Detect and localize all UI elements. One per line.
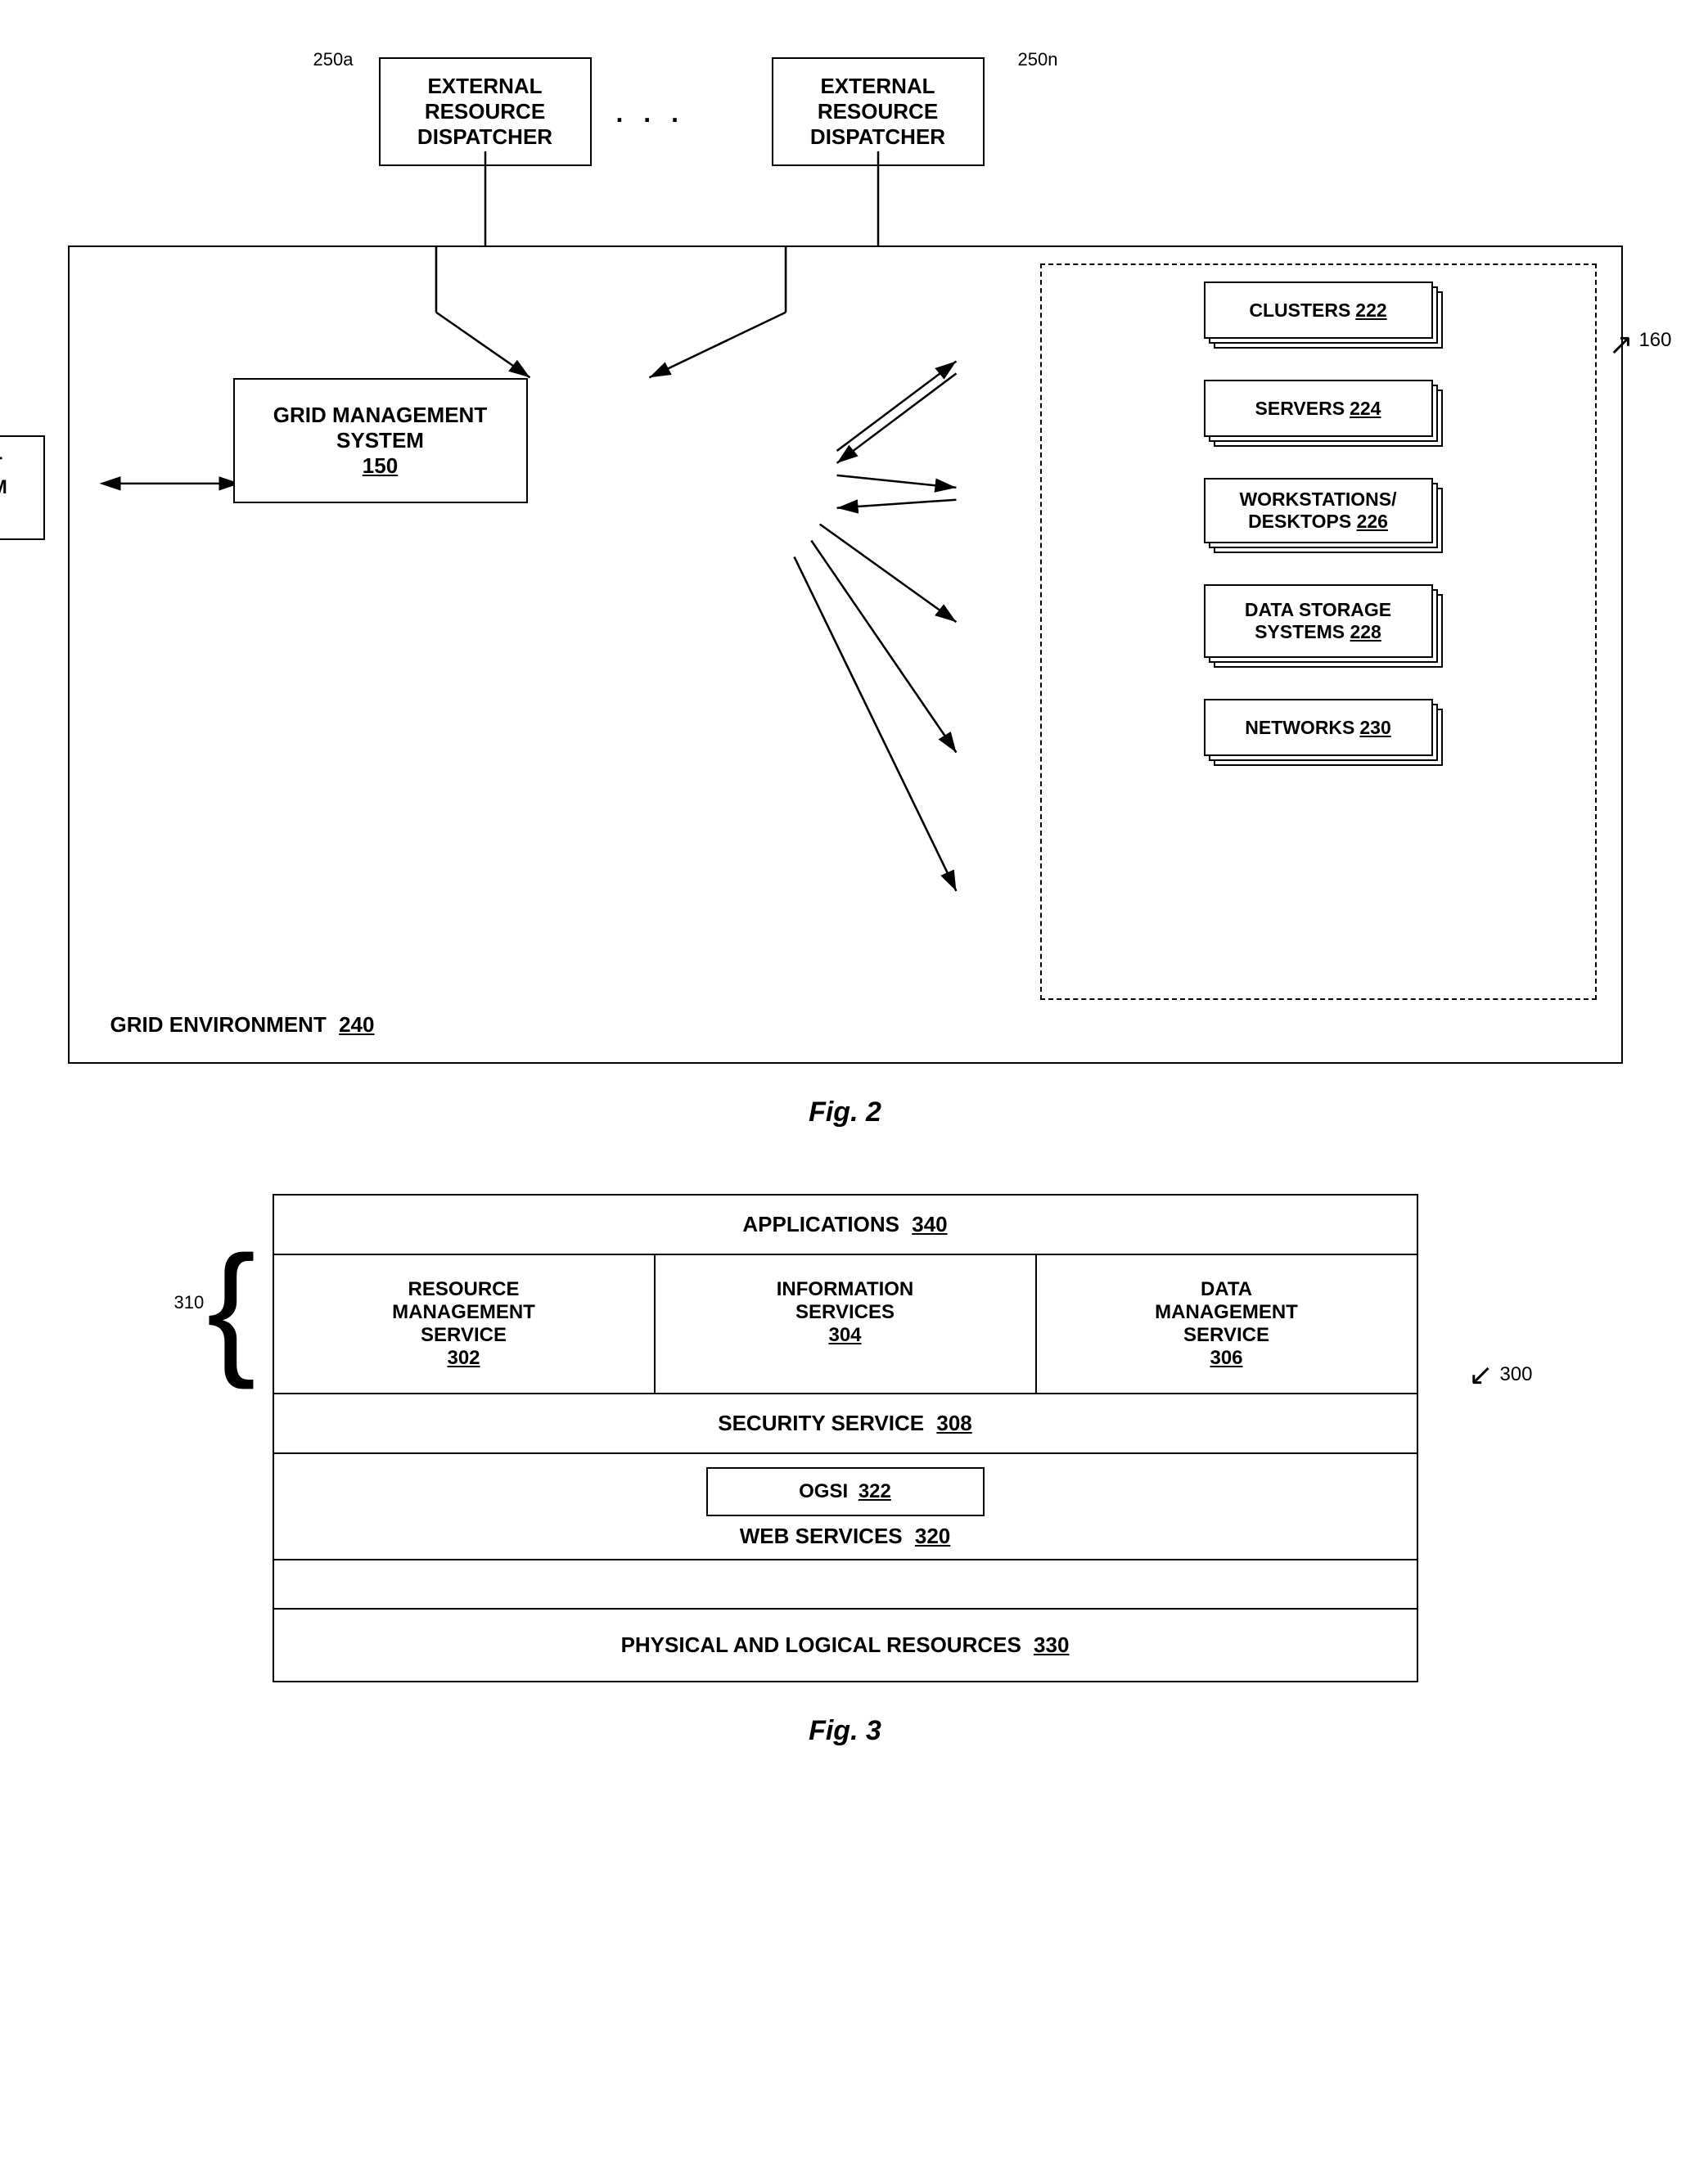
three-cols-row: RESOURCE MANAGEMENT SERVICE 302 INFORMAT… (274, 1255, 1417, 1394)
grid-management-box: GRID MANAGEMENT SYSTEM 150 (233, 378, 528, 503)
dms-ref: 306 (1210, 1347, 1242, 1369)
servers-item: SERVERS 224 (1066, 380, 1571, 453)
resource-mgmt-col: RESOURCE MANAGEMENT SERVICE 302 (274, 1255, 656, 1393)
applications-row: APPLICATIONS 340 (274, 1196, 1417, 1255)
grid-environment-label: GRID ENVIRONMENT 240 (110, 1012, 375, 1038)
label-300: ↙ 300 (1468, 1358, 1532, 1392)
fig2-caption: Fig. 2 (68, 1097, 1623, 1128)
datastorage-item: DATA STORAGE SYSTEMS 228 (1066, 584, 1571, 674)
applications-ref: 340 (912, 1212, 947, 1236)
servers-box: SERVERS 224 (1204, 380, 1433, 437)
workstations-ref: 226 (1357, 511, 1388, 532)
figure-3: 310 { ↙ 300 APPLICATIONS 340 RESOURCE MA… (273, 1194, 1418, 1747)
resources-dashed-box: CLUSTERS 222 SERVERS 224 WORKSTATIONS/ D… (1040, 263, 1597, 1000)
clusters-item: CLUSTERS 222 (1066, 281, 1571, 355)
webservices-ref: 320 (915, 1524, 950, 1548)
physical-ref: 330 (1034, 1632, 1069, 1657)
info-services-ref: 304 (828, 1324, 861, 1346)
client-system-box: CLIENT SYSTEM 200 (0, 435, 45, 540)
clusters-ref: 222 (1355, 299, 1386, 322)
ogsi-ref: 322 (859, 1480, 891, 1502)
clusters-box: CLUSTERS 222 (1204, 281, 1433, 339)
figure-2: 250a EXTERNAL RESOURCE DISPATCHER EXTERN… (68, 33, 1623, 1128)
servers-ref: 224 (1350, 398, 1381, 420)
label-160: ↗ 160 (1609, 319, 1672, 353)
gap-row (274, 1560, 1417, 1610)
data-mgmt-col: DATA MANAGEMENT SERVICE 306 (1037, 1255, 1417, 1393)
networks-ref: 230 (1359, 717, 1390, 739)
security-service-row: SECURITY SERVICE 308 (274, 1394, 1417, 1454)
rms-ref: 302 (447, 1347, 480, 1369)
datastorage-ref: 228 (1350, 621, 1381, 642)
physical-resources-row: PHYSICAL AND LOGICAL RESOURCES 330 (274, 1610, 1417, 1681)
networks-box: NETWORKS 230 (1204, 699, 1433, 756)
dispatcher-arrows (68, 33, 1623, 245)
fig3-caption: Fig. 3 (273, 1715, 1418, 1747)
fig3-outer-box: APPLICATIONS 340 RESOURCE MANAGEMENT SER… (273, 1194, 1418, 1682)
workstations-item: WORKSTATIONS/ DESKTOPS 226 (1066, 478, 1571, 560)
datastorage-box: DATA STORAGE SYSTEMS 228 (1204, 584, 1433, 658)
workstations-box: WORKSTATIONS/ DESKTOPS 226 (1204, 478, 1433, 543)
information-services-col: INFORMATION SERVICES 304 (656, 1255, 1037, 1393)
security-ref: 308 (936, 1411, 971, 1435)
networks-item: NETWORKS 230 (1066, 699, 1571, 772)
ogsi-webservices-row: OGSI 322 WEB SERVICES 320 (274, 1454, 1417, 1560)
grid-mgmt-ref: 150 (363, 453, 398, 478)
grid-env-ref: 240 (339, 1012, 374, 1037)
grid-environment-box: CLIENT SYSTEM 200 GRID MANAGEMENT SYSTEM… (68, 245, 1623, 1064)
webservices-label: WEB SERVICES 320 (274, 1524, 1417, 1549)
ogsi-box: OGSI 322 (706, 1467, 985, 1516)
